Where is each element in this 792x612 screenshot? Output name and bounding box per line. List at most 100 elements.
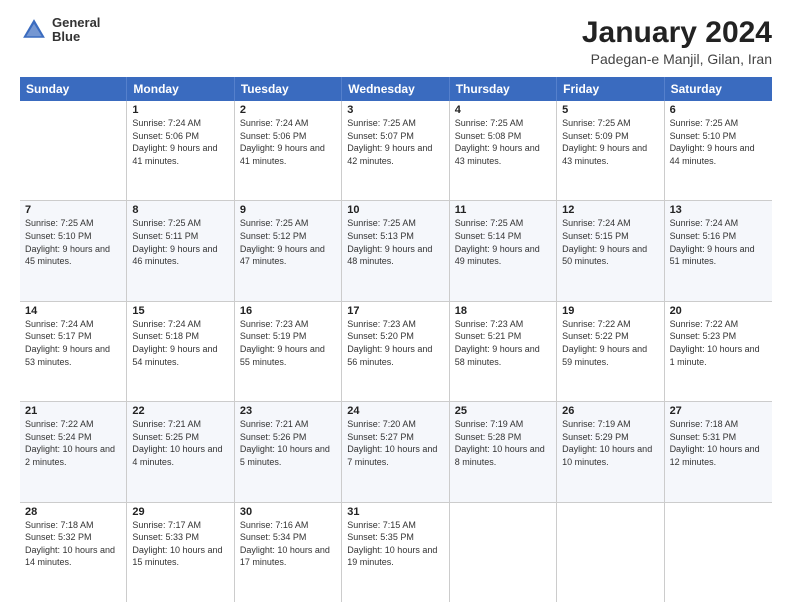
day-info: Sunrise: 7:25 AMSunset: 5:14 PMDaylight:… xyxy=(455,217,551,267)
calendar-cell: 18Sunrise: 7:23 AMSunset: 5:21 PMDayligh… xyxy=(450,302,557,401)
calendar-cell: 15Sunrise: 7:24 AMSunset: 5:18 PMDayligh… xyxy=(127,302,234,401)
day-info: Sunrise: 7:21 AMSunset: 5:25 PMDaylight:… xyxy=(132,418,228,468)
day-info: Sunrise: 7:20 AMSunset: 5:27 PMDaylight:… xyxy=(347,418,443,468)
calendar-cell: 4Sunrise: 7:25 AMSunset: 5:08 PMDaylight… xyxy=(450,101,557,200)
page: General Blue January 2024 Padegan-e Manj… xyxy=(0,0,792,612)
calendar-cell: 2Sunrise: 7:24 AMSunset: 5:06 PMDaylight… xyxy=(235,101,342,200)
calendar-cell: 1Sunrise: 7:24 AMSunset: 5:06 PMDaylight… xyxy=(127,101,234,200)
day-number: 27 xyxy=(670,405,767,417)
day-number: 23 xyxy=(240,405,336,417)
calendar-row: 1Sunrise: 7:24 AMSunset: 5:06 PMDaylight… xyxy=(20,101,772,201)
calendar-cell: 14Sunrise: 7:24 AMSunset: 5:17 PMDayligh… xyxy=(20,302,127,401)
calendar-cell: 23Sunrise: 7:21 AMSunset: 5:26 PMDayligh… xyxy=(235,402,342,501)
day-number: 25 xyxy=(455,405,551,417)
logo-line1: General xyxy=(52,16,100,30)
day-info: Sunrise: 7:25 AMSunset: 5:13 PMDaylight:… xyxy=(347,217,443,267)
logo-icon xyxy=(20,16,48,44)
title-block: January 2024 Padegan-e Manjil, Gilan, Ir… xyxy=(582,16,772,67)
logo: General Blue xyxy=(20,16,100,45)
day-info: Sunrise: 7:22 AMSunset: 5:22 PMDaylight:… xyxy=(562,318,658,368)
day-number: 2 xyxy=(240,104,336,116)
day-number: 13 xyxy=(670,204,767,216)
calendar-cell: 28Sunrise: 7:18 AMSunset: 5:32 PMDayligh… xyxy=(20,503,127,602)
day-number: 22 xyxy=(132,405,228,417)
day-number: 7 xyxy=(25,204,121,216)
day-info: Sunrise: 7:25 AMSunset: 5:07 PMDaylight:… xyxy=(347,117,443,167)
weekday-header: Thursday xyxy=(450,77,557,101)
calendar-cell: 6Sunrise: 7:25 AMSunset: 5:10 PMDaylight… xyxy=(665,101,772,200)
day-number: 1 xyxy=(132,104,228,116)
day-info: Sunrise: 7:18 AMSunset: 5:31 PMDaylight:… xyxy=(670,418,767,468)
calendar-cell: 30Sunrise: 7:16 AMSunset: 5:34 PMDayligh… xyxy=(235,503,342,602)
calendar-cell: 31Sunrise: 7:15 AMSunset: 5:35 PMDayligh… xyxy=(342,503,449,602)
day-info: Sunrise: 7:17 AMSunset: 5:33 PMDaylight:… xyxy=(132,519,228,569)
day-number: 20 xyxy=(670,305,767,317)
day-number: 21 xyxy=(25,405,121,417)
calendar-cell xyxy=(20,101,127,200)
day-number: 29 xyxy=(132,506,228,518)
day-info: Sunrise: 7:24 AMSunset: 5:15 PMDaylight:… xyxy=(562,217,658,267)
day-number: 12 xyxy=(562,204,658,216)
calendar-cell: 25Sunrise: 7:19 AMSunset: 5:28 PMDayligh… xyxy=(450,402,557,501)
calendar-cell xyxy=(557,503,664,602)
day-number: 11 xyxy=(455,204,551,216)
day-info: Sunrise: 7:24 AMSunset: 5:17 PMDaylight:… xyxy=(25,318,121,368)
weekday-header: Wednesday xyxy=(342,77,449,101)
day-info: Sunrise: 7:25 AMSunset: 5:11 PMDaylight:… xyxy=(132,217,228,267)
day-number: 19 xyxy=(562,305,658,317)
day-number: 3 xyxy=(347,104,443,116)
calendar: SundayMondayTuesdayWednesdayThursdayFrid… xyxy=(20,77,772,602)
weekday-header: Sunday xyxy=(20,77,127,101)
day-info: Sunrise: 7:23 AMSunset: 5:19 PMDaylight:… xyxy=(240,318,336,368)
weekday-header: Monday xyxy=(127,77,234,101)
day-info: Sunrise: 7:24 AMSunset: 5:16 PMDaylight:… xyxy=(670,217,767,267)
calendar-cell: 13Sunrise: 7:24 AMSunset: 5:16 PMDayligh… xyxy=(665,201,772,300)
calendar-body: 1Sunrise: 7:24 AMSunset: 5:06 PMDaylight… xyxy=(20,101,772,602)
day-number: 4 xyxy=(455,104,551,116)
day-info: Sunrise: 7:23 AMSunset: 5:20 PMDaylight:… xyxy=(347,318,443,368)
calendar-cell: 22Sunrise: 7:21 AMSunset: 5:25 PMDayligh… xyxy=(127,402,234,501)
weekday-header: Friday xyxy=(557,77,664,101)
day-info: Sunrise: 7:19 AMSunset: 5:29 PMDaylight:… xyxy=(562,418,658,468)
day-number: 17 xyxy=(347,305,443,317)
day-number: 26 xyxy=(562,405,658,417)
day-info: Sunrise: 7:15 AMSunset: 5:35 PMDaylight:… xyxy=(347,519,443,569)
header: General Blue January 2024 Padegan-e Manj… xyxy=(20,16,772,67)
day-number: 15 xyxy=(132,305,228,317)
calendar-cell: 29Sunrise: 7:17 AMSunset: 5:33 PMDayligh… xyxy=(127,503,234,602)
calendar-cell: 20Sunrise: 7:22 AMSunset: 5:23 PMDayligh… xyxy=(665,302,772,401)
day-number: 10 xyxy=(347,204,443,216)
calendar-cell: 12Sunrise: 7:24 AMSunset: 5:15 PMDayligh… xyxy=(557,201,664,300)
calendar-cell: 17Sunrise: 7:23 AMSunset: 5:20 PMDayligh… xyxy=(342,302,449,401)
day-number: 5 xyxy=(562,104,658,116)
calendar-cell: 16Sunrise: 7:23 AMSunset: 5:19 PMDayligh… xyxy=(235,302,342,401)
day-number: 28 xyxy=(25,506,121,518)
day-number: 8 xyxy=(132,204,228,216)
calendar-cell: 27Sunrise: 7:18 AMSunset: 5:31 PMDayligh… xyxy=(665,402,772,501)
calendar-cell xyxy=(450,503,557,602)
weekday-header: Saturday xyxy=(665,77,772,101)
calendar-cell: 11Sunrise: 7:25 AMSunset: 5:14 PMDayligh… xyxy=(450,201,557,300)
day-info: Sunrise: 7:24 AMSunset: 5:06 PMDaylight:… xyxy=(132,117,228,167)
calendar-cell: 24Sunrise: 7:20 AMSunset: 5:27 PMDayligh… xyxy=(342,402,449,501)
day-number: 14 xyxy=(25,305,121,317)
calendar-cell: 26Sunrise: 7:19 AMSunset: 5:29 PMDayligh… xyxy=(557,402,664,501)
day-info: Sunrise: 7:25 AMSunset: 5:10 PMDaylight:… xyxy=(670,117,767,167)
calendar-row: 14Sunrise: 7:24 AMSunset: 5:17 PMDayligh… xyxy=(20,302,772,402)
calendar-cell: 10Sunrise: 7:25 AMSunset: 5:13 PMDayligh… xyxy=(342,201,449,300)
logo-line2: Blue xyxy=(52,30,100,44)
calendar-cell: 3Sunrise: 7:25 AMSunset: 5:07 PMDaylight… xyxy=(342,101,449,200)
day-info: Sunrise: 7:24 AMSunset: 5:18 PMDaylight:… xyxy=(132,318,228,368)
calendar-cell: 21Sunrise: 7:22 AMSunset: 5:24 PMDayligh… xyxy=(20,402,127,501)
day-info: Sunrise: 7:23 AMSunset: 5:21 PMDaylight:… xyxy=(455,318,551,368)
day-number: 16 xyxy=(240,305,336,317)
day-info: Sunrise: 7:25 AMSunset: 5:10 PMDaylight:… xyxy=(25,217,121,267)
day-info: Sunrise: 7:25 AMSunset: 5:09 PMDaylight:… xyxy=(562,117,658,167)
calendar-header: SundayMondayTuesdayWednesdayThursdayFrid… xyxy=(20,77,772,101)
day-info: Sunrise: 7:25 AMSunset: 5:12 PMDaylight:… xyxy=(240,217,336,267)
calendar-row: 28Sunrise: 7:18 AMSunset: 5:32 PMDayligh… xyxy=(20,503,772,602)
day-number: 18 xyxy=(455,305,551,317)
day-info: Sunrise: 7:22 AMSunset: 5:24 PMDaylight:… xyxy=(25,418,121,468)
calendar-cell: 19Sunrise: 7:22 AMSunset: 5:22 PMDayligh… xyxy=(557,302,664,401)
day-info: Sunrise: 7:16 AMSunset: 5:34 PMDaylight:… xyxy=(240,519,336,569)
